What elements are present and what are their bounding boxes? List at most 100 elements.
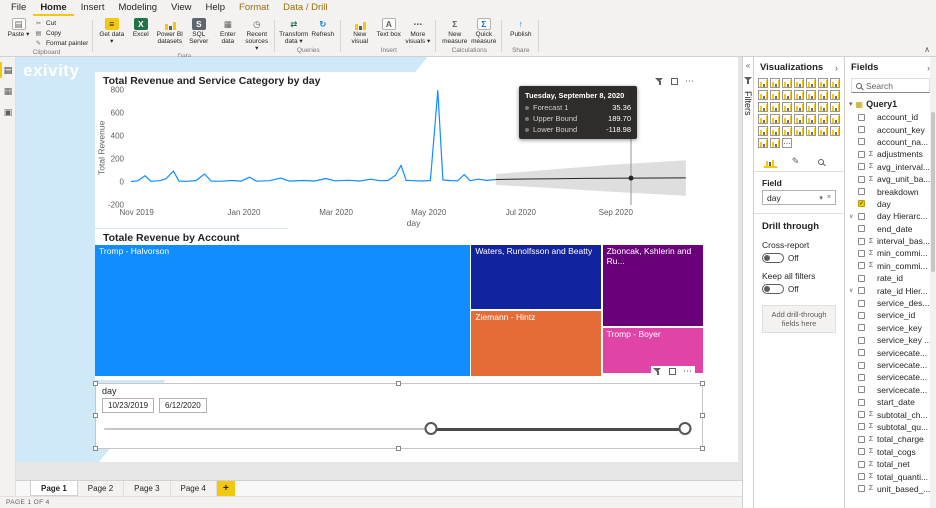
selection-handle[interactable] [93, 446, 98, 451]
field-checkbox[interactable] [858, 411, 865, 419]
visual-icon-stacked-bar[interactable] [758, 78, 768, 88]
ribbon-button-cut[interactable]: ✂ Cut [34, 19, 88, 28]
collapse-table-icon[interactable]: ▾ [849, 100, 853, 108]
page-tab-page-1[interactable]: Page 1 [30, 481, 78, 496]
field-checkbox[interactable] [858, 287, 865, 295]
ribbon-button-copy[interactable]: ▤ Copy [34, 29, 88, 38]
remove-field-icon[interactable]: × [827, 194, 831, 201]
visual-icon-filled-map[interactable] [818, 102, 828, 112]
visual-icon-decomposition-tree[interactable] [794, 126, 804, 136]
visual-icon-funnel[interactable] [830, 90, 840, 100]
focus-mode-icon[interactable] [669, 368, 676, 375]
visual-icon-line[interactable] [830, 78, 840, 88]
ribbon-button-format-painter[interactable]: ✎ Format painter [34, 39, 88, 48]
field-item-servicecate[interactable]: servicecate... [845, 359, 930, 371]
field-item-avg-interval[interactable]: Σavg_interval... [845, 161, 930, 173]
selection-handle[interactable] [93, 381, 98, 386]
visual-icon-scatter[interactable] [758, 102, 768, 112]
slicer-end-date[interactable]: 6/12/2020 [159, 398, 207, 413]
visual-icon-paginated-report[interactable] [830, 126, 840, 136]
menu-tab-format[interactable]: Format [232, 0, 276, 16]
ribbon-button-excel[interactable]: X Excel [127, 17, 154, 38]
visual-icon-treemap[interactable] [794, 102, 804, 112]
field-checkbox[interactable] [858, 274, 865, 282]
ribbon-button-text-box[interactable]: A Text box [375, 17, 402, 38]
treemap-visual[interactable]: Totale Revenue by Account Tromp - Halvor… [95, 229, 703, 380]
slicer-selected-range[interactable] [430, 427, 685, 431]
filters-pane-collapsed[interactable]: « Filters [742, 57, 754, 508]
field-item-service-key[interactable]: service_key ... [845, 334, 930, 346]
field-checkbox[interactable] [858, 188, 865, 196]
visual-icon-waterfall[interactable] [818, 90, 828, 100]
selection-handle[interactable] [700, 446, 705, 451]
field-item-interval-bas[interactable]: Σinterval_bas... [845, 235, 930, 247]
field-checkbox[interactable] [858, 175, 865, 183]
fields-table-query1[interactable]: ▾ ▦ Query1 [845, 97, 936, 111]
slicer-start-date[interactable]: 10/23/2019 [102, 398, 155, 413]
field-item-rate-id-hier[interactable]: ∨ rate_id Hier... [845, 284, 930, 296]
visual-icon-line-and-clustered-column[interactable] [782, 90, 792, 100]
page-tab-page-2[interactable]: Page 2 [77, 481, 125, 496]
selection-handle[interactable] [700, 413, 705, 418]
keep-all-filters-toggle[interactable]: Off [754, 282, 844, 296]
more-options-icon[interactable]: ⋯ [683, 367, 693, 376]
selection-handle[interactable] [396, 381, 401, 386]
visual-icon-stacked-area[interactable] [770, 90, 780, 100]
chevron-down-icon[interactable]: ▾ [819, 194, 823, 202]
field-item-unit-based[interactable]: Σunit_based_... [845, 483, 930, 495]
field-checkbox[interactable] [858, 473, 865, 481]
field-item-day-hierarc[interactable]: ∨ day Hierarc... [845, 210, 930, 222]
hierarchy-expand-icon[interactable]: ∨ [849, 213, 855, 220]
field-checkbox[interactable] [858, 212, 865, 220]
menu-tab-data-drill[interactable]: Data / Drill [276, 0, 334, 16]
field-item-account-id[interactable]: account_id [845, 111, 930, 123]
field-item-total-cogs[interactable]: Σtotal_cogs [845, 446, 930, 458]
page-tab-page-4[interactable]: Page 4 [170, 481, 217, 496]
filter-icon[interactable] [653, 367, 662, 376]
visual-icon-slicer[interactable] [806, 114, 816, 124]
field-checkbox[interactable] [858, 249, 865, 257]
field-checkbox[interactable] [858, 113, 865, 121]
visual-icon-multi-row-card[interactable] [782, 114, 792, 124]
field-checkbox[interactable] [858, 225, 865, 233]
field-item-adjustments[interactable]: Σadjustments [845, 148, 930, 160]
ribbon-button-refresh[interactable]: ↻ Refresh [309, 17, 336, 39]
slicer-track[interactable] [104, 422, 692, 436]
add-page-button[interactable]: + [216, 481, 235, 496]
field-item-subtotal-qu[interactable]: Σsubtotal_qu... [845, 421, 930, 433]
field-checkbox[interactable] [858, 311, 865, 319]
treemap-block-ziemann-hintz[interactable]: Ziemann - Hintz [471, 310, 602, 376]
ribbon-button-more-visuals[interactable]: ⋯ More visuals ▾ [404, 17, 431, 46]
visual-icon-card[interactable] [770, 114, 780, 124]
visual-icon-smart-narrative[interactable] [818, 126, 828, 136]
field-item-avg-unit-ba[interactable]: Σavg_unit_ba... [845, 173, 930, 185]
ribbon-collapse-icon[interactable]: ∧ [924, 45, 930, 54]
visual-icon-donut[interactable] [782, 102, 792, 112]
field-item-service-key[interactable]: service_key [845, 322, 930, 334]
report-page[interactable]: exivity Total Revenue and Service Catego… [16, 57, 738, 462]
field-checkbox[interactable] [858, 262, 865, 270]
cross-report-toggle[interactable]: Off [754, 251, 844, 265]
analytics-pane-tab[interactable] [814, 155, 827, 168]
ribbon-button-enter-data[interactable]: ▦ Enter data [214, 17, 241, 46]
field-checkbox[interactable] [858, 336, 865, 344]
field-checkbox[interactable] [858, 423, 865, 431]
visual-icon-clustered-column[interactable] [794, 78, 804, 88]
field-checkbox[interactable] [858, 373, 865, 381]
visual-icon-key-influencers[interactable] [782, 126, 792, 136]
field-item-account-key[interactable]: account_key [845, 123, 930, 135]
fields-scrollbar[interactable] [930, 57, 936, 508]
visual-icon-gauge[interactable] [758, 114, 768, 124]
visual-icon-shape-map[interactable] [830, 102, 840, 112]
ribbon-button-new-visual[interactable]: New visual [346, 17, 373, 45]
field-item-total-quanti[interactable]: Σtotal_quanti... [845, 470, 930, 482]
scrollbar-thumb[interactable] [931, 112, 935, 272]
focus-mode-icon[interactable] [671, 78, 678, 85]
field-checkbox[interactable] [858, 448, 865, 456]
visual-icon-pie[interactable] [770, 102, 780, 112]
field-item-service-des[interactable]: service_des... [845, 297, 930, 309]
ribbon-button-quick-measure[interactable]: Σ Quick measure [470, 17, 497, 45]
date-slicer-visual[interactable]: day 10/23/2019 6/12/2020 [93, 381, 705, 451]
field-checkbox[interactable] [858, 398, 865, 406]
visual-icon-ribbon[interactable] [806, 90, 816, 100]
